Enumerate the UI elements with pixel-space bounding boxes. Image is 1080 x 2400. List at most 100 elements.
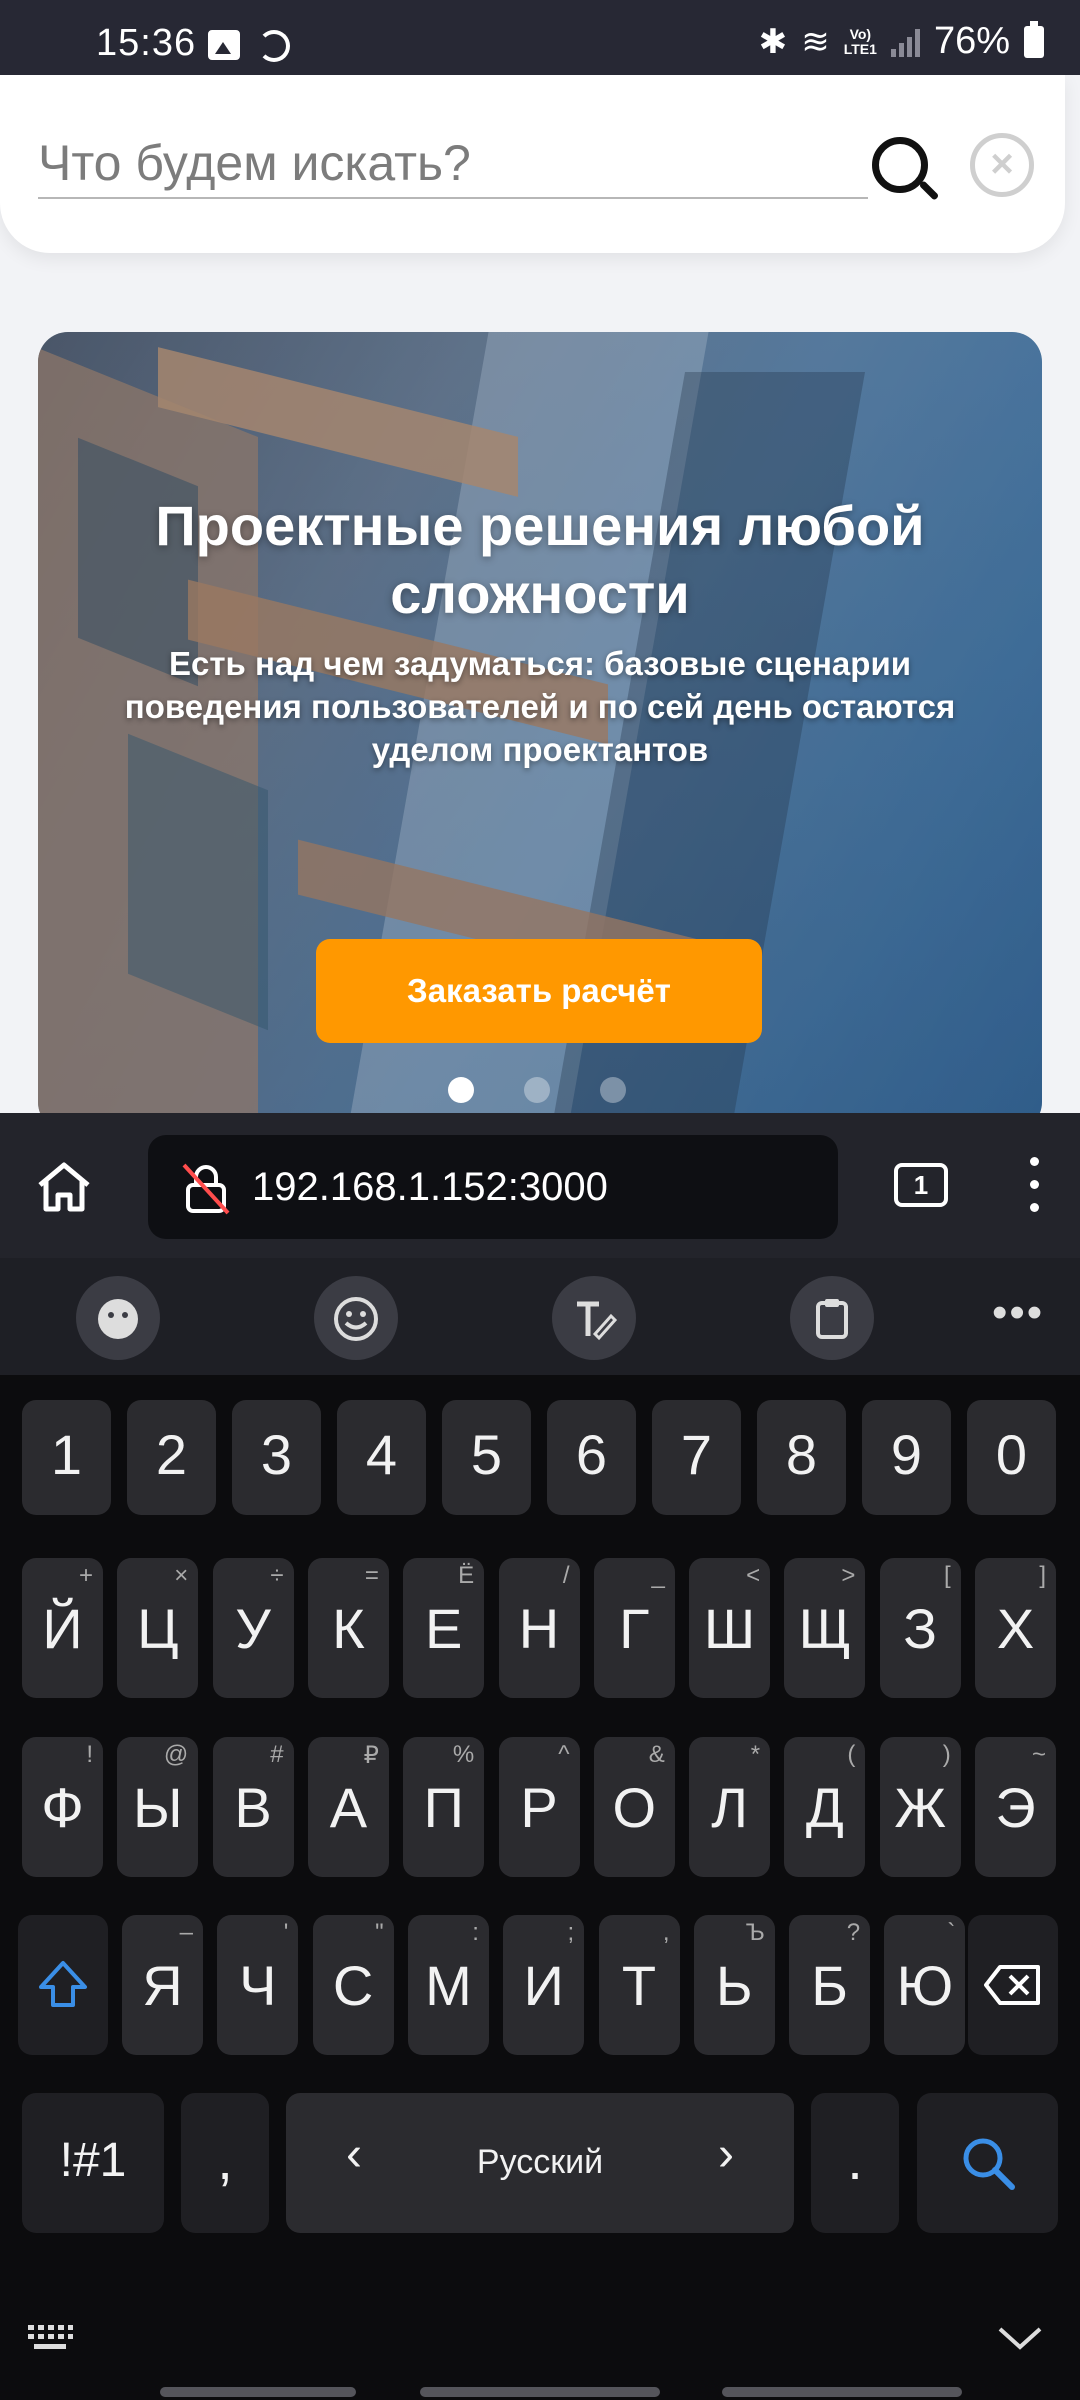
letter-key[interactable]: О & xyxy=(593,1737,675,1877)
letter-key[interactable]: ЬЪ xyxy=(693,1915,775,2055)
letter-key[interactable]: Ы @ xyxy=(117,1737,199,1877)
symbols-key[interactable]: !#1 xyxy=(22,2093,164,2233)
key-label: С xyxy=(332,1954,374,2017)
status-time: 15:36 xyxy=(96,22,197,64)
nav-home-bar[interactable] xyxy=(420,2387,660,2397)
order-calculation-button[interactable]: Заказать расчёт xyxy=(316,939,762,1043)
slider-dot[interactable] xyxy=(524,1077,550,1103)
letter-key[interactable]: У ÷ xyxy=(212,1558,294,1698)
key-secondary-label: – xyxy=(179,1919,193,1946)
number-key[interactable]: 4 xyxy=(337,1400,426,1515)
number-key[interactable]: 6 xyxy=(547,1400,636,1515)
letter-key[interactable]: ЕЁ xyxy=(403,1558,485,1698)
letter-key[interactable]: П% xyxy=(403,1737,485,1877)
number-key[interactable]: 8 xyxy=(757,1400,846,1515)
hide-keyboard-icon[interactable] xyxy=(996,2323,1044,2358)
key-secondary-label: = xyxy=(364,1562,379,1589)
slider-dot[interactable] xyxy=(448,1077,474,1103)
bixby-icon[interactable] xyxy=(76,1276,160,1360)
home-icon[interactable] xyxy=(34,1157,94,1217)
search-input[interactable] xyxy=(38,129,868,199)
key-secondary-label: / xyxy=(562,1562,570,1589)
letter-key[interactable]: Ж) xyxy=(879,1737,961,1877)
letter-key[interactable]: Л * xyxy=(689,1737,771,1877)
letter-key[interactable]: Ч ' xyxy=(217,1915,299,2055)
letter-key[interactable]: Г _ xyxy=(593,1558,675,1698)
key-secondary-label: * xyxy=(750,1741,761,1768)
hero-title: Проектные решения любой сложности xyxy=(155,494,925,625)
insecure-lock-icon[interactable] xyxy=(178,1161,234,1217)
letter-key[interactable]: Ю ` xyxy=(884,1915,966,2055)
battery-percent: 76% xyxy=(933,20,1010,62)
letter-key[interactable]: М: xyxy=(407,1915,489,2055)
key-label: Т xyxy=(621,1954,657,2017)
comma-key[interactable]: , xyxy=(181,2093,269,2233)
letter-key[interactable]: В # xyxy=(212,1737,294,1877)
letter-key[interactable]: Ш < xyxy=(689,1558,771,1698)
nav-recent-bar[interactable] xyxy=(160,2387,356,2397)
letter-key[interactable]: И; xyxy=(503,1915,585,2055)
letter-key[interactable]: Б? xyxy=(789,1915,871,2055)
number-key[interactable]: 9 xyxy=(862,1400,951,1515)
letter-key[interactable]: С " xyxy=(312,1915,394,2055)
close-icon[interactable]: × xyxy=(970,133,1034,197)
status-system-icons: ✱ ≋ Vo) LTE1 76% xyxy=(759,20,1044,63)
key-secondary-label: ₽ xyxy=(363,1742,379,1769)
key-secondary-label: _ xyxy=(651,1562,665,1589)
address-bar[interactable]: 192.168.1.152:3000 xyxy=(148,1135,838,1239)
key-label: К xyxy=(332,1597,365,1660)
search-key[interactable] xyxy=(917,2093,1058,2233)
key-label: Л xyxy=(711,1776,748,1839)
number-key[interactable]: 7 xyxy=(652,1400,741,1515)
letter-key[interactable]: Н / xyxy=(498,1558,580,1698)
search-icon[interactable] xyxy=(866,129,940,209)
keyboard-switch-icon[interactable] xyxy=(26,2323,74,2358)
number-key[interactable]: 5 xyxy=(442,1400,531,1515)
letter-key[interactable]: Щ > xyxy=(784,1558,866,1698)
letter-key[interactable]: Ц × xyxy=(117,1558,199,1698)
letter-key[interactable]: Т, xyxy=(598,1915,680,2055)
number-key[interactable]: 3 xyxy=(232,1400,321,1515)
letter-key[interactable]: Х] xyxy=(975,1558,1056,1698)
key-secondary-label: @ xyxy=(163,1741,189,1768)
keyboard-toolbar: ••• xyxy=(0,1258,1080,1375)
emoji-icon[interactable] xyxy=(314,1276,398,1360)
more-options-icon[interactable]: ••• xyxy=(992,1288,1044,1338)
slider-dots xyxy=(448,1077,626,1103)
slider-dot[interactable] xyxy=(600,1077,626,1103)
key-secondary-label: " xyxy=(375,1919,384,1946)
letter-key[interactable]: Й + xyxy=(22,1558,103,1698)
clipboard-icon[interactable] xyxy=(790,1276,874,1360)
handwriting-icon[interactable] xyxy=(552,1276,636,1360)
period-key[interactable]: . xyxy=(811,2093,899,2233)
letter-key[interactable]: К = xyxy=(307,1558,389,1698)
shift-key[interactable] xyxy=(18,1915,108,2055)
letter-key[interactable]: А ₽ xyxy=(307,1737,389,1877)
keyboard: 1234567890 Й + Ц × У ÷ К = Е Ё Н / Г _ Ш < Щ > З[Х] Ф! Ы @ В #… xyxy=(0,1375,1080,2400)
letter-key[interactable]: Э ~ xyxy=(975,1737,1056,1877)
key-label: 0 xyxy=(995,1423,1028,1486)
space-key[interactable]: ‹ Русский › xyxy=(286,2093,794,2233)
hero-banner: Проектные решения любой сложности Есть н… xyxy=(38,332,1042,1113)
number-key[interactable]: 0 xyxy=(967,1400,1056,1515)
key-label: Й xyxy=(42,1597,83,1660)
number-key[interactable]: 2 xyxy=(127,1400,216,1515)
tabs-counter-button[interactable]: 1 xyxy=(894,1163,948,1207)
number-key[interactable]: 1 xyxy=(22,1400,111,1515)
key-secondary-label: > xyxy=(841,1562,856,1589)
key-label: 4 xyxy=(365,1423,398,1486)
key-label: Н xyxy=(518,1597,560,1660)
backspace-key[interactable] xyxy=(968,1915,1058,2055)
letter-key[interactable]: Ф! xyxy=(22,1737,103,1877)
space-right-arrow: › xyxy=(718,2128,734,2181)
url-text[interactable]: 192.168.1.152:3000 xyxy=(252,1165,608,1210)
more-menu-icon[interactable] xyxy=(1022,1153,1046,1223)
letter-key[interactable]: Д( xyxy=(784,1737,866,1877)
key-secondary-label: : xyxy=(472,1919,479,1946)
letter-key[interactable]: Р ^ xyxy=(498,1737,580,1877)
key-secondary-label: < xyxy=(746,1562,761,1589)
letter-key[interactable]: Я – xyxy=(122,1915,203,2055)
nav-back-bar[interactable] xyxy=(722,2387,962,2397)
key-secondary-label: ; xyxy=(567,1919,575,1946)
letter-key[interactable]: З[ xyxy=(879,1558,961,1698)
